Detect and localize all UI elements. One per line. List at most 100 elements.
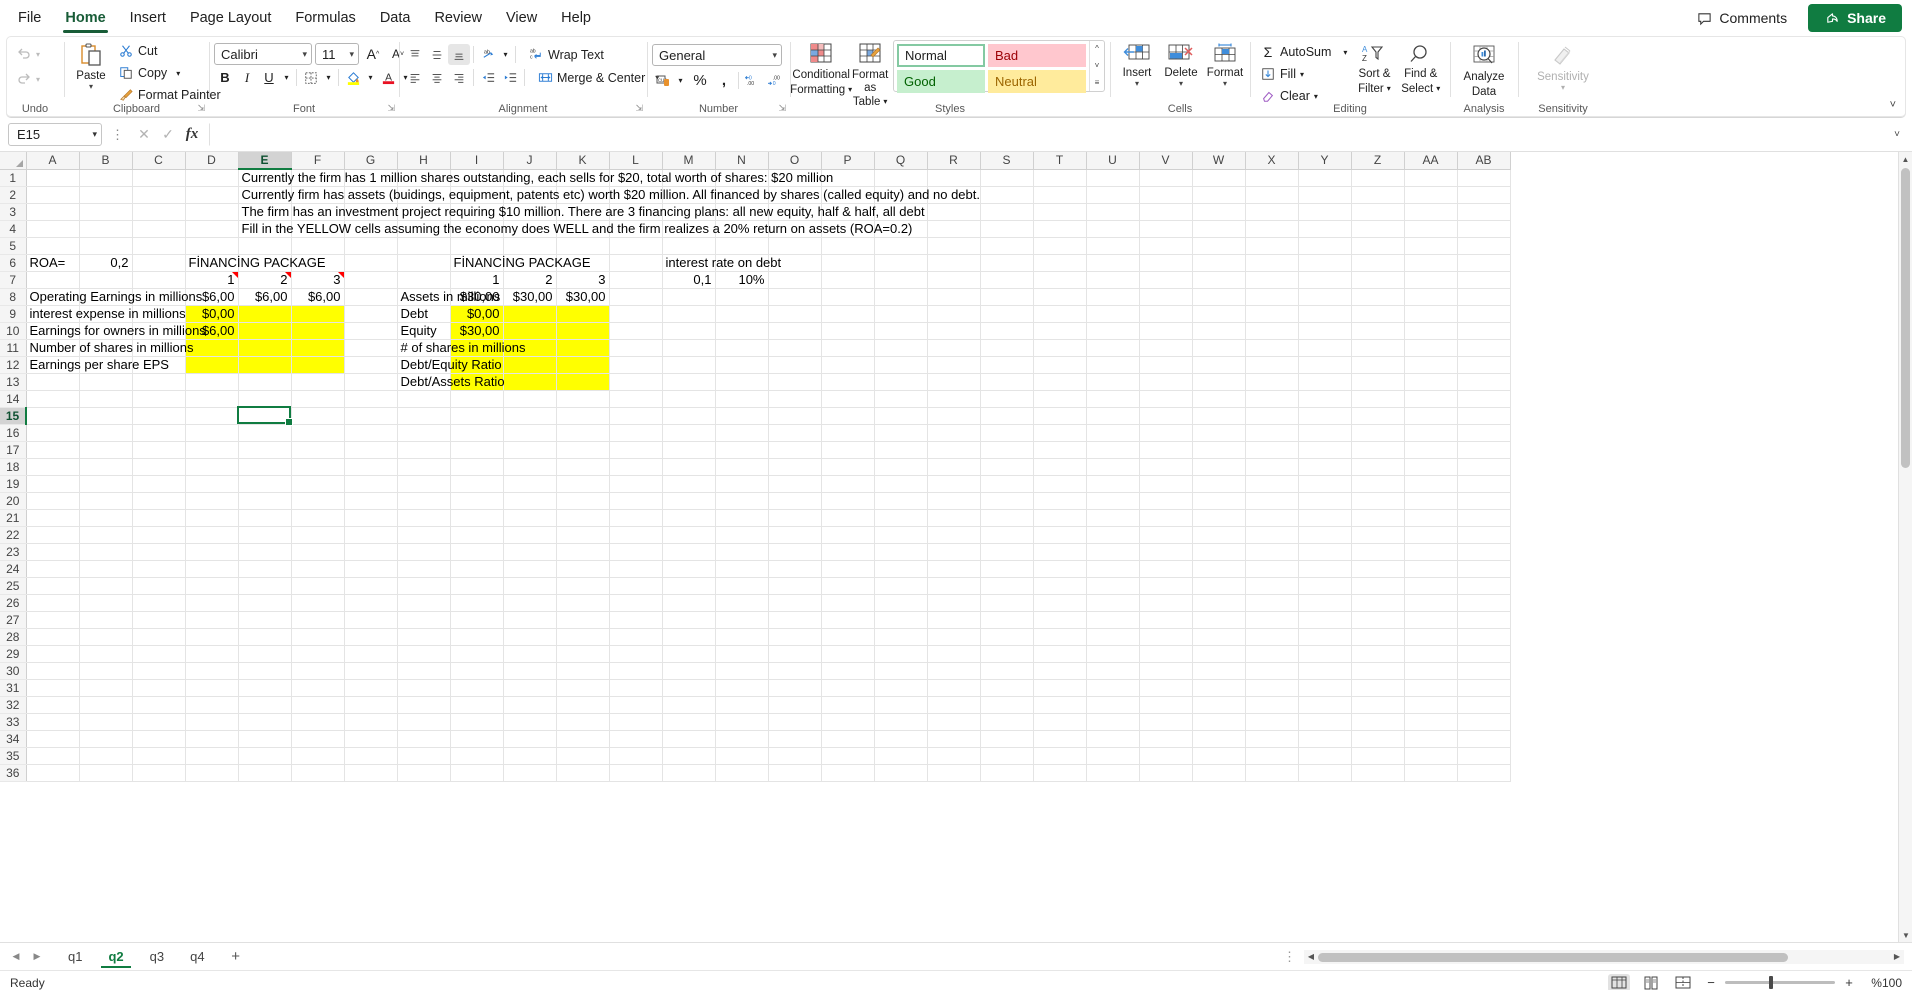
- cell-Z19[interactable]: [1351, 475, 1404, 492]
- cell-N35[interactable]: [715, 747, 768, 764]
- horizontal-scroll-thumb[interactable]: [1318, 953, 1788, 962]
- cell-D35[interactable]: [185, 747, 238, 764]
- cell-U9[interactable]: [1086, 305, 1139, 322]
- cell-C4[interactable]: [132, 220, 185, 237]
- cell-V12[interactable]: [1139, 356, 1192, 373]
- decrease-decimal-button[interactable]: .000: [764, 70, 786, 91]
- cell-A9[interactable]: interest expense in millions: [26, 305, 79, 322]
- cell-L8[interactable]: [609, 288, 662, 305]
- cell-AA36[interactable]: [1404, 764, 1457, 781]
- cell-AA9[interactable]: [1404, 305, 1457, 322]
- cell-C18[interactable]: [132, 458, 185, 475]
- cell-W24[interactable]: [1192, 560, 1245, 577]
- row-header-9[interactable]: 9: [0, 305, 26, 322]
- cell-Y16[interactable]: [1298, 424, 1351, 441]
- cell-Q28[interactable]: [874, 628, 927, 645]
- cell-AA10[interactable]: [1404, 322, 1457, 339]
- row-header-23[interactable]: 23: [0, 543, 26, 560]
- cell-O16[interactable]: [768, 424, 821, 441]
- cell-I36[interactable]: [450, 764, 503, 781]
- cell-V8[interactable]: [1139, 288, 1192, 305]
- cell-I31[interactable]: [450, 679, 503, 696]
- cell-T1[interactable]: [1033, 169, 1086, 186]
- cell-O20[interactable]: [768, 492, 821, 509]
- cell-K9[interactable]: [556, 305, 609, 322]
- scroll-up-icon[interactable]: ▲: [1899, 152, 1912, 166]
- cell-AB17[interactable]: [1457, 441, 1510, 458]
- cell-N34[interactable]: [715, 730, 768, 747]
- align-center-button[interactable]: [426, 67, 448, 88]
- cell-Q15[interactable]: [874, 407, 927, 424]
- cell-R3[interactable]: [927, 203, 980, 220]
- cell-W18[interactable]: [1192, 458, 1245, 475]
- zoom-knob[interactable]: [1769, 976, 1773, 989]
- cell-T27[interactable]: [1033, 611, 1086, 628]
- borders-button[interactable]: [300, 67, 322, 88]
- insert-cells-button[interactable]: Insert ▾: [1115, 39, 1159, 90]
- cell-J31[interactable]: [503, 679, 556, 696]
- cell-R21[interactable]: [927, 509, 980, 526]
- cell-A33[interactable]: [26, 713, 79, 730]
- cell-O34[interactable]: [768, 730, 821, 747]
- cell-U14[interactable]: [1086, 390, 1139, 407]
- cell-H28[interactable]: [397, 628, 450, 645]
- cell-L25[interactable]: [609, 577, 662, 594]
- cell-F8[interactable]: $6,00: [291, 288, 344, 305]
- cell-G31[interactable]: [344, 679, 397, 696]
- cell-S1[interactable]: [980, 169, 1033, 186]
- cell-Q13[interactable]: [874, 373, 927, 390]
- sheet-tab-q4[interactable]: q4: [177, 946, 217, 968]
- row-header-12[interactable]: 12: [0, 356, 26, 373]
- cell-M34[interactable]: [662, 730, 715, 747]
- cell-B19[interactable]: [79, 475, 132, 492]
- cell-U29[interactable]: [1086, 645, 1139, 662]
- cell-T15[interactable]: [1033, 407, 1086, 424]
- cell-K28[interactable]: [556, 628, 609, 645]
- cell-Y34[interactable]: [1298, 730, 1351, 747]
- cell-H27[interactable]: [397, 611, 450, 628]
- cell-F11[interactable]: [291, 339, 344, 356]
- cell-Y18[interactable]: [1298, 458, 1351, 475]
- cell-Z2[interactable]: [1351, 186, 1404, 203]
- cell-L7[interactable]: [609, 271, 662, 288]
- cell-Q10[interactable]: [874, 322, 927, 339]
- cell-V19[interactable]: [1139, 475, 1192, 492]
- cell-Q18[interactable]: [874, 458, 927, 475]
- cell-AA12[interactable]: [1404, 356, 1457, 373]
- cell-G23[interactable]: [344, 543, 397, 560]
- cell-AB11[interactable]: [1457, 339, 1510, 356]
- cell-D22[interactable]: [185, 526, 238, 543]
- cell-L11[interactable]: [609, 339, 662, 356]
- cell-Z10[interactable]: [1351, 322, 1404, 339]
- cell-D2[interactable]: [185, 186, 238, 203]
- cell-R5[interactable]: [927, 237, 980, 254]
- column-header-l[interactable]: L: [609, 152, 662, 169]
- cell-N31[interactable]: [715, 679, 768, 696]
- cell-P7[interactable]: [821, 271, 874, 288]
- cell-J8[interactable]: $30,00: [503, 288, 556, 305]
- cell-Q5[interactable]: [874, 237, 927, 254]
- cell-Z23[interactable]: [1351, 543, 1404, 560]
- align-right-button[interactable]: [448, 67, 470, 88]
- cell-G11[interactable]: [344, 339, 397, 356]
- cell-K33[interactable]: [556, 713, 609, 730]
- cell-AA5[interactable]: [1404, 237, 1457, 254]
- cell-B35[interactable]: [79, 747, 132, 764]
- cell-R24[interactable]: [927, 560, 980, 577]
- cell-H30[interactable]: [397, 662, 450, 679]
- cell-U26[interactable]: [1086, 594, 1139, 611]
- cell-K18[interactable]: [556, 458, 609, 475]
- cell-A35[interactable]: [26, 747, 79, 764]
- cell-U27[interactable]: [1086, 611, 1139, 628]
- cell-H17[interactable]: [397, 441, 450, 458]
- cell-C30[interactable]: [132, 662, 185, 679]
- cell-U11[interactable]: [1086, 339, 1139, 356]
- cell-J10[interactable]: [503, 322, 556, 339]
- cell-M31[interactable]: [662, 679, 715, 696]
- cell-Y10[interactable]: [1298, 322, 1351, 339]
- cell-O30[interactable]: [768, 662, 821, 679]
- cell-K25[interactable]: [556, 577, 609, 594]
- cell-E14[interactable]: [238, 390, 291, 407]
- cell-M36[interactable]: [662, 764, 715, 781]
- cell-D25[interactable]: [185, 577, 238, 594]
